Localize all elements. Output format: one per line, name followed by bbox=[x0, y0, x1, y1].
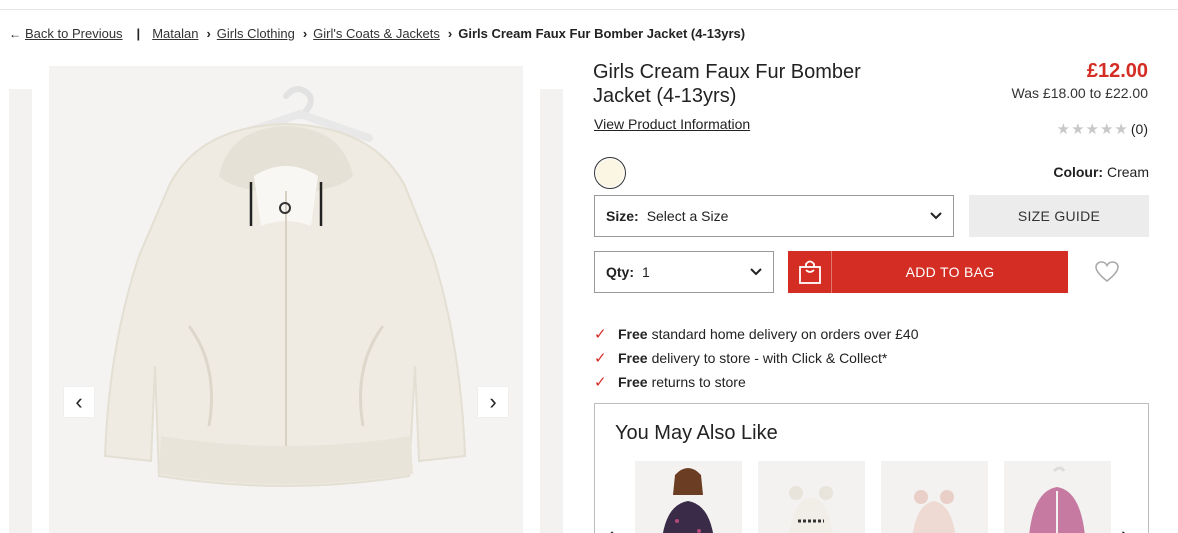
recommendation-card[interactable] bbox=[758, 461, 865, 533]
benefit-bold: Free bbox=[618, 326, 648, 342]
benefit-text: returns to store bbox=[651, 374, 746, 390]
checkmark-icon: ✓ bbox=[594, 350, 607, 367]
add-to-bag-label: ADD TO BAG bbox=[905, 264, 995, 280]
heart-icon[interactable] bbox=[1094, 259, 1120, 285]
chevron-right-icon: › bbox=[302, 26, 308, 41]
checkmark-icon: ✓ bbox=[594, 374, 607, 391]
breadcrumb-current: Girls Cream Faux Fur Bomber Jacket (4-13… bbox=[458, 26, 746, 41]
breadcrumb-link-girls-coats[interactable]: Girl's Coats & Jackets bbox=[313, 26, 440, 41]
breadcrumb: ← Back to Previous | Matalan › Girls Clo… bbox=[9, 26, 745, 41]
benefit-text: delivery to store - with Click & Collect… bbox=[651, 350, 888, 366]
carousel-prev-button[interactable]: ‹ bbox=[607, 522, 614, 533]
list-item: ✓ Free returns to store bbox=[594, 370, 919, 394]
add-to-bag-button[interactable]: ADD TO BAG bbox=[788, 251, 1068, 293]
size-select[interactable]: Size: Select a Size bbox=[594, 195, 954, 237]
size-guide-button[interactable]: SIZE GUIDE bbox=[969, 195, 1149, 237]
benefit-bold: Free bbox=[618, 374, 648, 390]
star-rating-icon: ★★★★★ bbox=[1056, 121, 1129, 138]
checkmark-icon: ✓ bbox=[594, 326, 607, 343]
view-product-information-link[interactable]: View Product Information bbox=[594, 116, 750, 132]
gallery-prev-button[interactable]: ‹ bbox=[64, 387, 94, 417]
quantity-select[interactable]: Qty: 1 bbox=[594, 251, 774, 293]
back-arrow-icon[interactable]: ← bbox=[9, 27, 21, 41]
gallery-thumbnail-previous[interactable] bbox=[9, 89, 32, 533]
carousel-next-button[interactable]: › bbox=[1121, 522, 1128, 533]
product-thumbnail bbox=[1029, 466, 1085, 533]
colour-label-key: Colour: bbox=[1053, 164, 1104, 180]
product-thumbnail bbox=[662, 468, 714, 533]
benefit-bold: Free bbox=[618, 350, 648, 366]
product-title: Girls Cream Faux Fur Bomber Jacket (4-13… bbox=[593, 61, 861, 107]
product-was-price: Was £18.00 to £22.00 bbox=[1011, 85, 1148, 101]
header-divider bbox=[0, 9, 1178, 10]
rating-count: (0) bbox=[1130, 121, 1148, 137]
gallery-thumbnail-next[interactable] bbox=[540, 89, 563, 533]
chevron-down-icon bbox=[750, 268, 762, 276]
gallery-next-button[interactable]: › bbox=[478, 387, 508, 417]
list-item: ✓ Free delivery to store - with Click & … bbox=[594, 346, 919, 370]
product-thumbnail bbox=[789, 486, 833, 533]
size-select-label: Size: bbox=[606, 208, 639, 224]
swatch-fill bbox=[596, 159, 624, 187]
breadcrumb-link-girls-clothing[interactable]: Girls Clothing bbox=[217, 26, 295, 41]
recommendation-card[interactable] bbox=[1004, 461, 1111, 533]
chevron-right-icon: › bbox=[206, 26, 211, 41]
list-item: ✓ Free standard home delivery on orders … bbox=[594, 322, 919, 346]
recommendation-card[interactable] bbox=[881, 461, 988, 533]
breadcrumb-separator: | bbox=[136, 26, 141, 41]
shopping-bag-icon bbox=[788, 251, 832, 293]
chevron-right-icon: › bbox=[447, 26, 453, 41]
back-to-previous-link[interactable]: Back to Previous bbox=[25, 26, 123, 41]
you-may-also-like-title: You May Also Like bbox=[615, 422, 778, 444]
colour-swatch-cream[interactable] bbox=[594, 157, 626, 189]
recommendation-card[interactable] bbox=[635, 461, 742, 533]
colour-label: Colour: Cream bbox=[1053, 164, 1149, 180]
product-thumbnail bbox=[912, 490, 956, 533]
product-rating[interactable]: ★★★★★ (0) bbox=[1057, 120, 1148, 138]
product-price: £12.00 bbox=[1086, 60, 1148, 82]
delivery-benefits-list: ✓ Free standard home delivery on orders … bbox=[594, 322, 919, 394]
size-select-value: Select a Size bbox=[646, 208, 729, 224]
you-may-also-like-panel: You May Also Like ‹ › bbox=[594, 403, 1149, 533]
breadcrumb-link-matalan[interactable]: Matalan bbox=[152, 26, 198, 41]
jacket-illustration bbox=[103, 86, 467, 487]
quantity-select-value: 1 bbox=[642, 264, 650, 280]
quantity-select-label: Qty: bbox=[606, 264, 634, 280]
chevron-down-icon bbox=[930, 212, 942, 220]
product-image[interactable] bbox=[49, 66, 523, 533]
benefit-text: standard home delivery on orders over £4… bbox=[651, 326, 919, 342]
colour-label-value: Cream bbox=[1106, 164, 1149, 180]
